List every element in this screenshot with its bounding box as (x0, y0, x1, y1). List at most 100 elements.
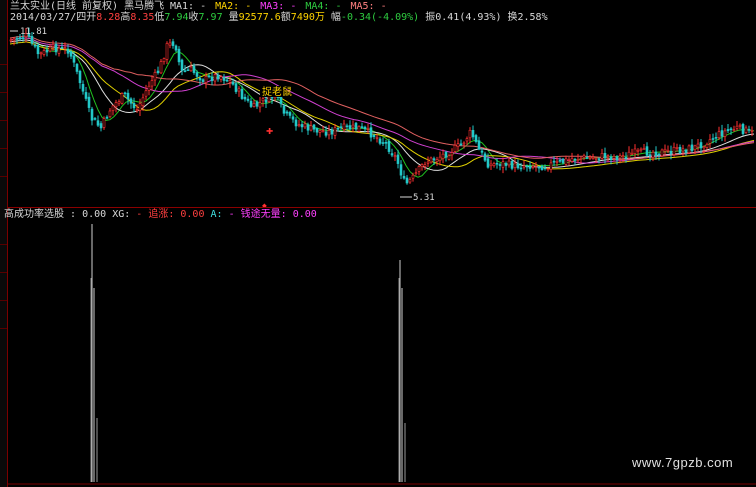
candle (687, 144, 691, 155)
candle (744, 125, 748, 134)
candle (639, 147, 643, 153)
candle (660, 148, 664, 157)
candle (108, 107, 112, 119)
candle (162, 57, 166, 65)
candle (159, 59, 163, 74)
candle (387, 138, 391, 155)
candle (168, 38, 172, 49)
candle (444, 150, 448, 162)
candlestick-chart[interactable]: 11.81 5.31 捉老鼠 ✚ ◆ (8, 0, 756, 207)
candle (45, 45, 49, 57)
candle (90, 106, 94, 126)
candle (252, 100, 256, 108)
candle (129, 97, 133, 109)
sidebar-tab[interactable] (0, 258, 7, 273)
candle (78, 69, 82, 89)
candle (438, 151, 442, 166)
sidebar-tab[interactable] (0, 50, 7, 65)
candle (564, 155, 568, 167)
candle (357, 125, 361, 133)
sidebar-tab[interactable] (0, 78, 7, 93)
candle (447, 153, 451, 161)
candle (315, 127, 319, 136)
candle (399, 160, 403, 180)
sidebar-tab[interactable] (0, 162, 7, 177)
candle (378, 136, 382, 146)
candle (348, 120, 352, 131)
candle (75, 63, 79, 75)
candle (87, 92, 91, 113)
sidebar-tab[interactable] (0, 314, 7, 329)
candle (600, 148, 604, 160)
candle (663, 144, 667, 156)
candle (288, 110, 292, 119)
candle (120, 92, 124, 105)
candle (684, 148, 688, 156)
sidebar-tab[interactable] (0, 230, 7, 245)
candle (636, 148, 640, 157)
candle (297, 119, 301, 128)
candle (678, 144, 682, 155)
candle (333, 123, 337, 140)
sidebar-tab[interactable] (0, 106, 7, 121)
candle (171, 38, 175, 49)
candle (126, 89, 130, 105)
annotation-label: 捉老鼠 (262, 85, 292, 98)
candle (114, 99, 118, 113)
watermark: www.7gpzb.com (632, 455, 734, 470)
candle (690, 139, 694, 153)
candle (426, 156, 430, 167)
candle (117, 99, 121, 106)
candle (405, 175, 409, 185)
candle (723, 128, 727, 142)
moving-average-line (9, 37, 755, 178)
candle (741, 122, 745, 136)
candle (294, 117, 298, 131)
candle (351, 120, 355, 133)
candle (450, 148, 454, 161)
candle (249, 97, 253, 108)
price-chart-panel[interactable]: 兰太实业(日线 前复权) 黑马腾飞 MA1: - MA2: - MA3: - MA4:… (8, 0, 756, 207)
candle (531, 163, 535, 170)
candle (435, 156, 439, 166)
candle (138, 98, 142, 117)
candle (549, 159, 553, 173)
candle (132, 97, 136, 113)
sidebar-tab[interactable] (0, 134, 7, 149)
candle (705, 142, 709, 150)
indicator-chart[interactable] (8, 208, 756, 487)
candle (81, 80, 85, 95)
candle (429, 156, 433, 164)
candle (516, 159, 520, 170)
candle (153, 69, 157, 86)
candle (330, 127, 334, 140)
high-marker-label: 11.81 (20, 27, 47, 37)
candle (165, 41, 169, 65)
candle (246, 95, 250, 103)
candle (747, 125, 751, 134)
candle (492, 161, 496, 168)
candle (501, 157, 505, 174)
candle (177, 46, 181, 66)
candle (609, 154, 613, 165)
candle (537, 165, 541, 173)
candle (627, 146, 631, 160)
candle (180, 58, 184, 76)
candle (603, 147, 607, 164)
candle (225, 78, 229, 83)
candle (588, 154, 592, 161)
candle (309, 121, 313, 132)
sidebar-tab[interactable] (0, 286, 7, 301)
candle (243, 93, 247, 102)
candle (498, 163, 502, 171)
candle (339, 123, 343, 131)
candle (237, 86, 241, 97)
candle (234, 81, 238, 94)
candle (417, 165, 421, 176)
candle (216, 72, 220, 82)
candle (393, 151, 397, 162)
candle (306, 122, 310, 135)
indicator-panel[interactable]: 高成功率选股 : 0.00 XG: - 追涨: 0.00 A: - 钱途无量: … (4, 208, 756, 487)
candle (630, 148, 634, 156)
candle (96, 115, 100, 128)
